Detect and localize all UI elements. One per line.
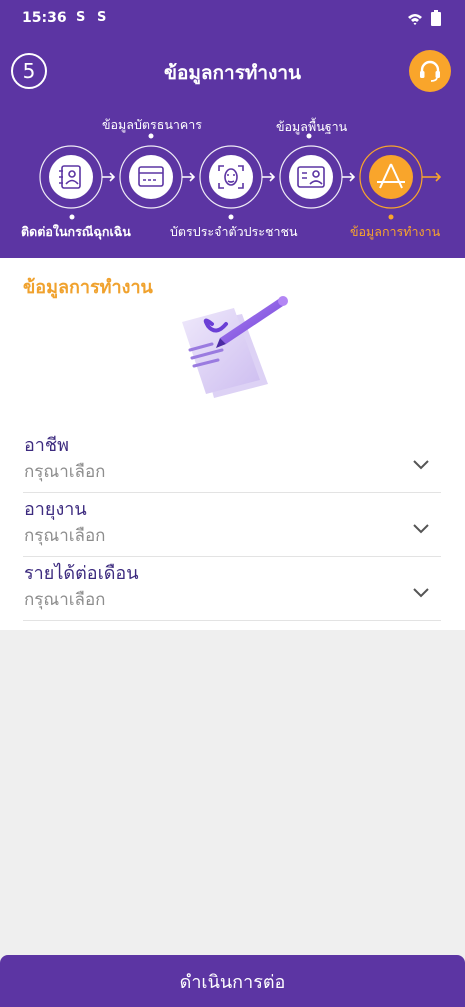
step-5-work-info [359, 145, 423, 220]
work-duration-select[interactable]: อายุงาน กรุณาเลือก [23, 494, 441, 557]
battery-icon [431, 10, 441, 30]
step-label-1: ติดต่อในกรณีฉุกเฉิน [21, 224, 131, 239]
step-label-5: ข้อมูลการทำงาน [350, 224, 441, 239]
step-label-2: ข้อมูลบัตรธนาคาร [102, 117, 203, 132]
monthly-income-select[interactable]: รายได้ต่อเดือน กรุณาเลือก [23, 558, 441, 621]
step-label-4: ข้อมูลพื้นฐาน [276, 119, 348, 134]
wifi-icon [407, 11, 423, 30]
form-card: ข้อมูลการทำงาน อาชีพ กรุณาเลือก อายุงาน … [0, 258, 465, 630]
monthly-income-value: กรุณาเลือก [24, 590, 106, 610]
step-3-id-card [199, 145, 263, 220]
top-bar: 5 ข้อมูลการทำงาน [0, 46, 465, 98]
status-bar: 15:36 S S [0, 0, 465, 38]
section-title: ข้อมูลการทำงาน [23, 277, 153, 298]
step-label-3: บัตรประจำตัวประชาชน [170, 224, 298, 239]
progress-stepper: ติดต่อในกรณีฉุกเฉิน ข้อมูลบัตรธนาคาร บัต… [0, 100, 465, 258]
notification-icon: S [76, 10, 86, 25]
step-1-contact [39, 145, 103, 220]
monthly-income-label: รายได้ต่อเดือน [24, 563, 139, 584]
document-sign-illustration [182, 296, 288, 398]
status-time: 15:36 [22, 10, 67, 26]
occupation-value: กรุณาเลือก [24, 462, 106, 482]
support-button[interactable] [409, 50, 451, 92]
chevron-down-icon [413, 460, 429, 470]
chevron-down-icon [413, 588, 429, 598]
step-2-bank-card [119, 133, 183, 209]
headset-icon [420, 60, 440, 82]
continue-button[interactable]: ดำเนินการต่อ [0, 955, 465, 1007]
page-title: ข้อมูลการทำงาน [163, 62, 302, 84]
occupation-label: อาชีพ [24, 435, 69, 456]
chevron-down-icon [413, 524, 429, 534]
step-4-basic-info [279, 133, 343, 209]
occupation-select[interactable]: อาชีพ กรุณาเลือก [23, 430, 441, 493]
work-duration-value: กรุณาเลือก [24, 526, 106, 546]
work-duration-label: อายุงาน [24, 499, 87, 520]
notification-icon-2: S [97, 10, 107, 25]
